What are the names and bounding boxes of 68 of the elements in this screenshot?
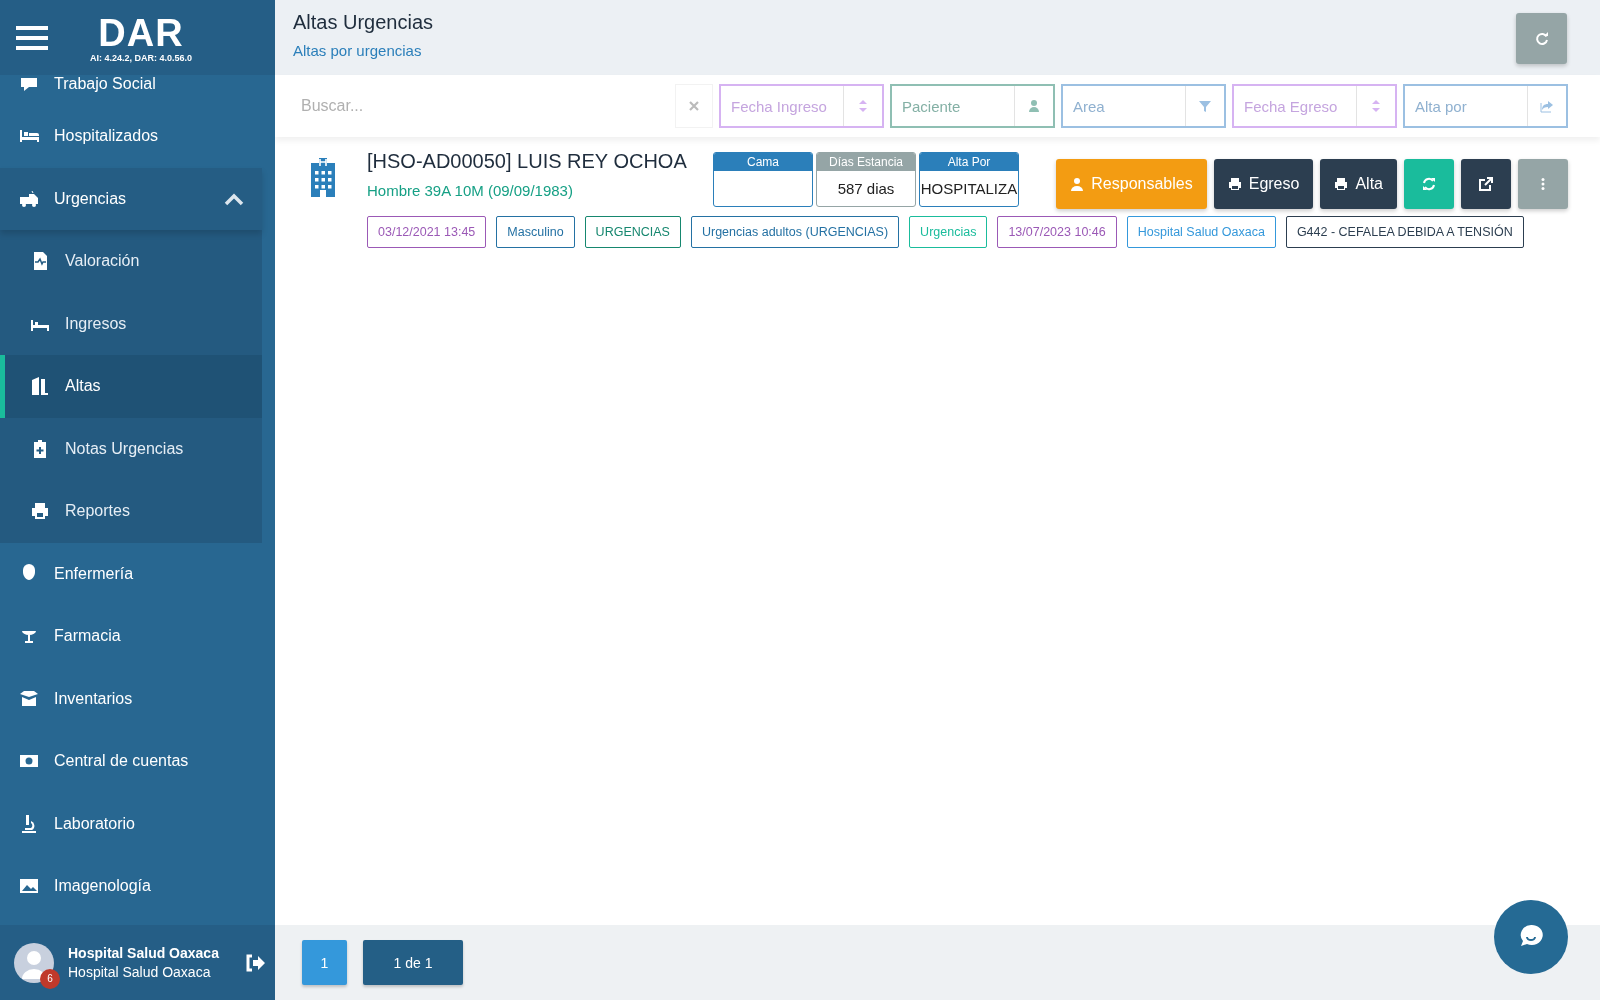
submenu-item[interactable]: Ingresos	[0, 292, 262, 355]
user-name: Hospital Salud Oaxaca	[68, 945, 219, 961]
tag: 13/07/2023 10:46	[997, 216, 1117, 248]
sidebar-item[interactable]: Urgencias	[0, 167, 262, 230]
sidebar-item[interactable]: Laboratorio	[0, 792, 262, 855]
user-organization: Hospital Salud Oaxaca	[68, 964, 212, 980]
tag: URGENCIAS	[584, 216, 681, 248]
page-subtitle: Altas por urgencias	[293, 42, 423, 59]
tag: Hospital Salud Oaxaca	[1126, 216, 1276, 248]
filter-control[interactable]: Paciente	[890, 84, 1055, 128]
info-box: Alta Por HOSPITALIZA	[919, 152, 1019, 207]
submenu-item[interactable]: Notas Urgencias	[0, 417, 262, 480]
tag: G442 - CEFALEA DEBIDA A TENSIÓN	[1285, 216, 1524, 248]
search-field[interactable]: Buscar...	[299, 96, 669, 116]
external-link-icon	[1479, 177, 1493, 191]
tag: Urgencias adultos (URGENCIAS)	[690, 216, 900, 248]
filter-control[interactable]: Area	[1061, 84, 1226, 128]
page-button[interactable]: 1	[302, 940, 347, 985]
person-icon	[1070, 177, 1085, 191]
open-external-button[interactable]	[1461, 159, 1511, 209]
sidebar-item[interactable]: Farmacia	[0, 605, 262, 668]
submenu-icon	[29, 501, 51, 522]
avatar-icon	[14, 942, 54, 983]
filter-icon	[1540, 99, 1554, 113]
info-box: Cama	[713, 152, 813, 207]
close-icon	[689, 101, 699, 111]
logout-icon[interactable]	[244, 953, 265, 972]
sidebar-item[interactable]: Central de cuentas	[0, 730, 262, 793]
sidebar-item[interactable]: Enfermería	[0, 542, 262, 605]
submenu-item[interactable]: Valoración	[0, 230, 262, 293]
refresh-icon	[1534, 31, 1549, 46]
patient-name: [HSO-AD00050] LUIS REY OCHOA	[367, 150, 688, 173]
tag: Urgencias	[909, 216, 988, 248]
filter-input[interactable]: Area	[1063, 86, 1185, 126]
chevron-icon	[224, 191, 244, 206]
tag: Masculino	[496, 216, 575, 248]
filter-control[interactable]: Fecha Ingreso	[719, 84, 884, 128]
submenu-icon	[29, 376, 51, 397]
printer-icon	[1334, 177, 1349, 191]
info-box: Días Estancia 587 dias	[816, 152, 916, 207]
tag: 03/12/2021 13:45	[367, 216, 487, 248]
filter-input[interactable]: Alta por	[1405, 86, 1527, 126]
filter-icon	[1198, 99, 1212, 113]
sidebar-item[interactable]: Inventarios	[0, 667, 262, 730]
filter-input[interactable]: Fecha Ingreso	[721, 86, 843, 126]
version-text: AI: 4.24.2, DAR: 4.0.56.0	[90, 52, 193, 63]
page-summary[interactable]: 1 de 1	[363, 940, 463, 985]
submenu-item[interactable]: Reportes	[0, 480, 262, 543]
egreso-button[interactable]: Egreso	[1213, 159, 1314, 209]
sync-icon	[1422, 177, 1436, 191]
page-title: Altas Urgencias	[293, 11, 434, 34]
filter-input[interactable]: Paciente	[892, 86, 1014, 126]
patient-details: Hombre 39A 10M (09/09/1983)	[367, 182, 574, 199]
sidebar-item[interactable]: Trabajo Social	[0, 75, 262, 105]
logo: DAR	[98, 12, 184, 53]
notification-badge: 6	[40, 968, 60, 989]
filter-control[interactable]: Fecha Egreso	[1232, 84, 1397, 128]
filter-icon	[1027, 99, 1041, 113]
sidebar-icon	[18, 688, 40, 709]
filter-control[interactable]: Alta por	[1403, 84, 1568, 128]
sidebar-icon	[18, 188, 40, 209]
menu-icon[interactable]	[16, 25, 48, 50]
alta-button[interactable]: Alta	[1320, 159, 1397, 209]
sidebar-item[interactable]: Hospitalizados	[0, 105, 262, 168]
sidebar-item[interactable]: Imagenología	[0, 855, 262, 918]
filter-input[interactable]: Fecha Egreso	[1234, 86, 1356, 126]
printer-icon	[1227, 177, 1242, 191]
submenu-item[interactable]: Altas	[0, 355, 262, 418]
